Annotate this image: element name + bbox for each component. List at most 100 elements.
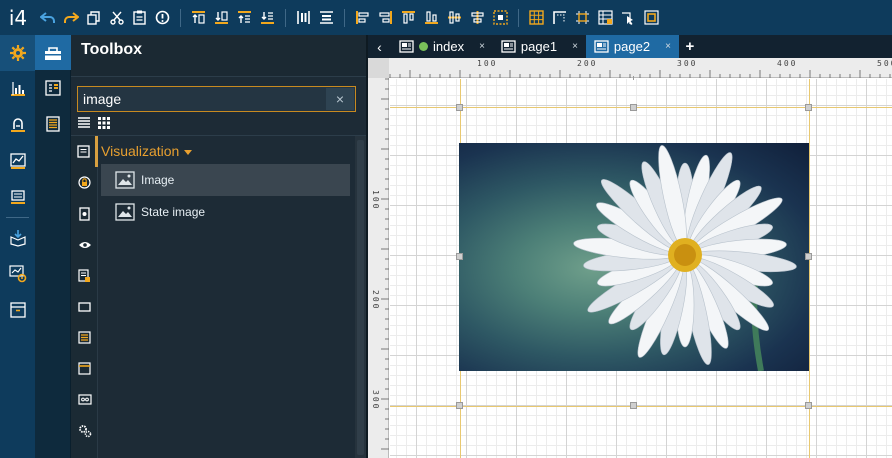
add-tab-button[interactable]: + bbox=[679, 35, 701, 58]
tab-page2[interactable]: page2 × bbox=[585, 35, 679, 58]
fit-to-screen-button[interactable] bbox=[640, 6, 663, 30]
bring-forward-icon bbox=[238, 11, 251, 23]
search-input[interactable]: image bbox=[78, 91, 326, 107]
category-reports[interactable] bbox=[71, 260, 98, 291]
distribute-horizontal-button[interactable] bbox=[292, 6, 315, 30]
ruler-label: 400 bbox=[777, 59, 798, 68]
vertical-ruler[interactable]: 100 200 300 bbox=[368, 78, 389, 458]
clear-search-button[interactable]: × bbox=[326, 88, 354, 110]
category-header-visualization[interactable]: Visualization bbox=[99, 138, 355, 164]
image-element[interactable] bbox=[459, 143, 809, 371]
align-top-button[interactable] bbox=[397, 6, 420, 30]
distribute-vertical-button[interactable] bbox=[315, 6, 338, 30]
resize-handle[interactable] bbox=[456, 253, 463, 260]
tab-label: page1 bbox=[520, 39, 558, 54]
tab-page1[interactable]: page1 × bbox=[493, 35, 586, 58]
rail-item-monitor[interactable] bbox=[0, 256, 35, 292]
category-lists[interactable] bbox=[71, 322, 98, 353]
rail-item-trend[interactable] bbox=[0, 143, 35, 179]
rail-item-settings[interactable] bbox=[0, 35, 35, 71]
horizontal-ruler[interactable]: 100 200 300 400 500 bbox=[389, 58, 892, 78]
grid-toggle-button[interactable] bbox=[525, 6, 548, 30]
tool-item-label: State image bbox=[141, 205, 206, 219]
resize-handle[interactable] bbox=[456, 104, 463, 111]
tool-list-scrollbar[interactable] bbox=[355, 136, 366, 458]
window-icon bbox=[78, 362, 91, 375]
snap-to-grid-button[interactable] bbox=[571, 6, 594, 30]
close-icon[interactable]: × bbox=[572, 41, 578, 52]
category-windows[interactable] bbox=[71, 353, 98, 384]
distribute-horizontal-icon bbox=[297, 11, 310, 24]
close-icon[interactable]: × bbox=[479, 41, 485, 52]
close-icon[interactable]: × bbox=[665, 41, 671, 52]
category-media[interactable] bbox=[71, 384, 98, 415]
align-bottom-button[interactable] bbox=[420, 6, 443, 30]
clipboard-icon bbox=[133, 10, 146, 25]
panel-rail bbox=[35, 35, 71, 458]
distribute-vertical-icon bbox=[320, 11, 333, 24]
align-center-horizontal-button[interactable] bbox=[466, 6, 489, 30]
rail-item-device[interactable] bbox=[0, 179, 35, 215]
rail-item-chart[interactable] bbox=[0, 71, 35, 107]
tab-index[interactable]: index × bbox=[391, 35, 493, 58]
copy-button[interactable] bbox=[82, 6, 105, 30]
ruler-label: 200 bbox=[371, 290, 380, 311]
redo-button[interactable] bbox=[59, 6, 82, 30]
align-center-vertical-button[interactable] bbox=[443, 6, 466, 30]
paste-button[interactable] bbox=[128, 6, 151, 30]
chevron-down-icon bbox=[184, 149, 193, 155]
rail-item-archive[interactable] bbox=[0, 292, 35, 328]
ruler-marker bbox=[633, 76, 634, 80]
cut-button[interactable] bbox=[105, 6, 128, 30]
grid-view-icon[interactable] bbox=[97, 116, 111, 130]
page-guide-top bbox=[390, 107, 892, 108]
category-visualization[interactable] bbox=[71, 136, 98, 167]
bring-forward-button[interactable] bbox=[233, 6, 256, 30]
panel-tab-pages[interactable] bbox=[35, 106, 71, 142]
resize-handle[interactable] bbox=[805, 104, 812, 111]
panel-tab-toolbox[interactable] bbox=[35, 35, 71, 70]
scrollbar-thumb[interactable] bbox=[357, 140, 364, 455]
pages-icon bbox=[46, 116, 60, 132]
tabs-prev-button[interactable]: ‹ bbox=[368, 35, 391, 58]
undo-button[interactable] bbox=[36, 6, 59, 30]
category-view[interactable] bbox=[71, 229, 98, 260]
bring-to-front-button[interactable] bbox=[187, 6, 210, 30]
center-in-page-button[interactable] bbox=[489, 6, 512, 30]
align-right-button[interactable] bbox=[374, 6, 397, 30]
horizontal-ruler-ticks bbox=[389, 70, 891, 78]
info-button[interactable] bbox=[151, 6, 174, 30]
rail-item-connection[interactable] bbox=[0, 107, 35, 143]
category-data[interactable] bbox=[71, 198, 98, 229]
resize-handle[interactable] bbox=[630, 104, 637, 111]
table-layout-button[interactable] bbox=[594, 6, 617, 30]
resize-handle[interactable] bbox=[630, 402, 637, 409]
rail-item-deploy[interactable] bbox=[0, 220, 35, 256]
category-advanced[interactable] bbox=[71, 415, 98, 446]
snap-guides-button[interactable] bbox=[548, 6, 571, 30]
gear-icon bbox=[9, 45, 26, 61]
toolbox-search[interactable]: image × bbox=[77, 86, 356, 112]
send-backward-button[interactable] bbox=[256, 6, 279, 30]
tool-item-image[interactable]: Image bbox=[101, 164, 350, 196]
report-icon bbox=[78, 268, 90, 282]
resize-handle[interactable] bbox=[456, 402, 463, 409]
send-to-back-button[interactable] bbox=[210, 6, 233, 30]
align-left-icon bbox=[356, 11, 369, 24]
toolbar-separator bbox=[518, 8, 519, 27]
resize-handle[interactable] bbox=[805, 402, 812, 409]
align-left-button[interactable] bbox=[351, 6, 374, 30]
category-security[interactable] bbox=[71, 167, 98, 198]
category-containers[interactable] bbox=[71, 291, 98, 322]
design-canvas[interactable]: 100 200 300 400 500 100 200 300 bbox=[368, 58, 892, 458]
tab-label: page2 bbox=[613, 39, 651, 54]
resize-handle[interactable] bbox=[805, 253, 812, 260]
list-view-icon[interactable] bbox=[77, 116, 91, 130]
tool-item-state-image[interactable]: State image bbox=[101, 196, 350, 228]
center-page-icon bbox=[493, 10, 508, 25]
panel-tab-properties[interactable] bbox=[35, 70, 71, 106]
pointer-tool-button[interactable] bbox=[617, 6, 640, 30]
daisy-image bbox=[573, 145, 797, 371]
image-icon bbox=[115, 171, 135, 189]
undo-icon bbox=[39, 11, 55, 23]
